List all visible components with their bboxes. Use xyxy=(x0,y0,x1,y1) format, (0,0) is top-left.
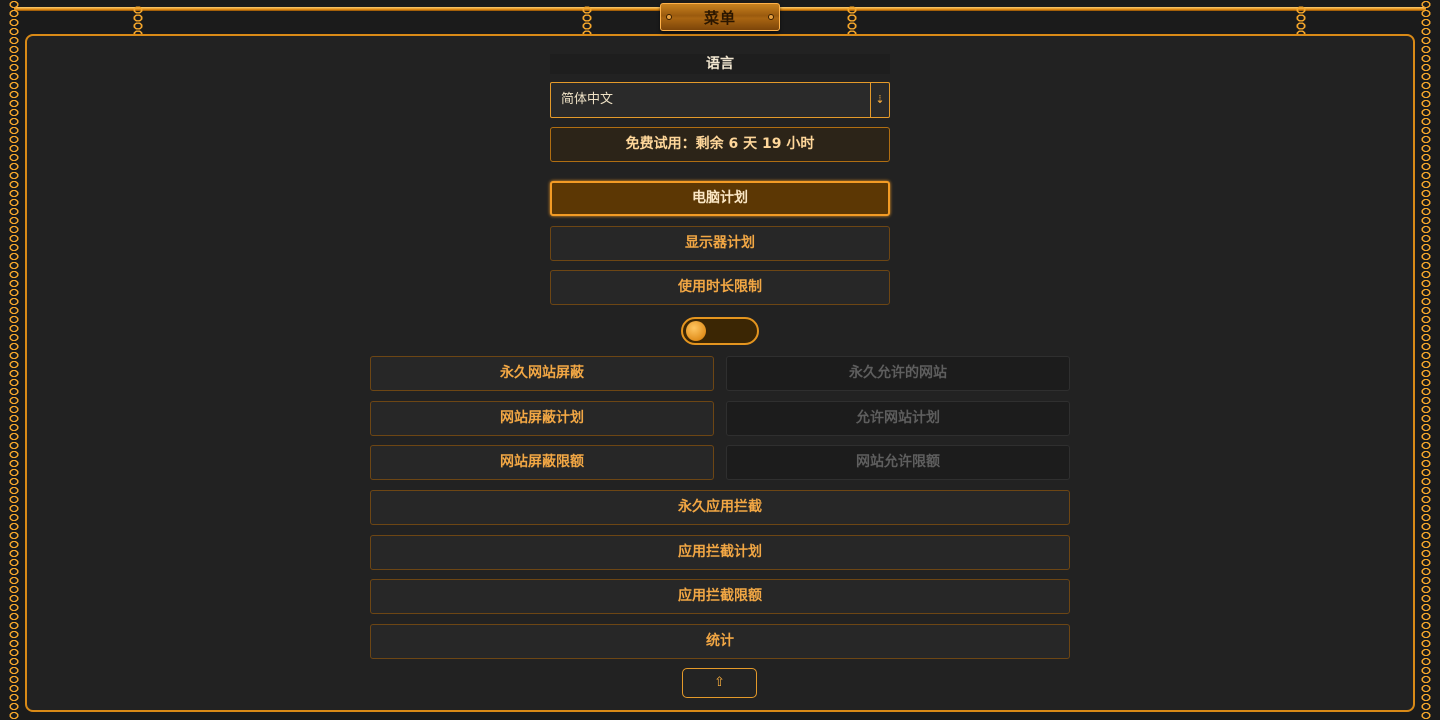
website-block-schedule-button[interactable]: 网站屏蔽计划 xyxy=(370,401,714,436)
computer-plan-button[interactable]: 电脑计划 xyxy=(550,181,890,216)
mode-toggle[interactable] xyxy=(681,317,759,345)
menu-title: 菜单 xyxy=(703,8,736,27)
app-block-quota-button[interactable]: 应用拦截限额 xyxy=(370,579,1070,614)
website-block-quota-button[interactable]: 网站屏蔽限额 xyxy=(370,445,714,480)
app-window: 菜单 语言 简体中文 ⇣ 免费试用：剩余 6 天 19 小时 电脑计划 显示器计… xyxy=(0,0,1440,720)
app-block-permanent-button[interactable]: 永久应用拦截 xyxy=(370,490,1070,525)
chain-hanger xyxy=(846,6,858,36)
website-allow-quota-button[interactable]: 网站允许限额 xyxy=(726,445,1070,480)
language-select[interactable]: 简体中文 ⇣ xyxy=(550,82,890,118)
scroll-up-button[interactable]: ⇧ xyxy=(682,668,757,698)
usage-limit-button[interactable]: 使用时长限制 xyxy=(550,270,890,305)
down-arrow-icon[interactable]: ⇣ xyxy=(870,83,889,117)
trial-status: 免费试用：剩余 6 天 19 小时 xyxy=(550,127,890,162)
app-block-schedule-button[interactable]: 应用拦截计划 xyxy=(370,535,1070,570)
chain-hanger xyxy=(132,6,144,36)
top-rail xyxy=(778,7,1426,11)
up-arrow-icon: ⇧ xyxy=(714,675,725,690)
rivet-icon xyxy=(666,14,672,20)
website-block-permanent-button[interactable]: 永久网站屏蔽 xyxy=(370,356,714,391)
menu-plaque[interactable]: 菜单 xyxy=(660,3,780,31)
left-chain xyxy=(7,0,21,720)
chain-hanger xyxy=(1295,6,1307,36)
website-allow-schedule-button[interactable]: 允许网站计划 xyxy=(726,401,1070,436)
toggle-knob xyxy=(686,321,706,341)
website-allow-permanent-button[interactable]: 永久允许的网站 xyxy=(726,356,1070,391)
language-selected-value: 简体中文 xyxy=(561,92,614,107)
language-heading: 语言 xyxy=(550,54,890,74)
chain-hanger xyxy=(581,6,593,36)
rivet-icon xyxy=(768,14,774,20)
statistics-button[interactable]: 统计 xyxy=(370,624,1070,659)
right-chain xyxy=(1419,0,1433,720)
top-rail xyxy=(14,7,662,11)
monitor-plan-button[interactable]: 显示器计划 xyxy=(550,226,890,261)
